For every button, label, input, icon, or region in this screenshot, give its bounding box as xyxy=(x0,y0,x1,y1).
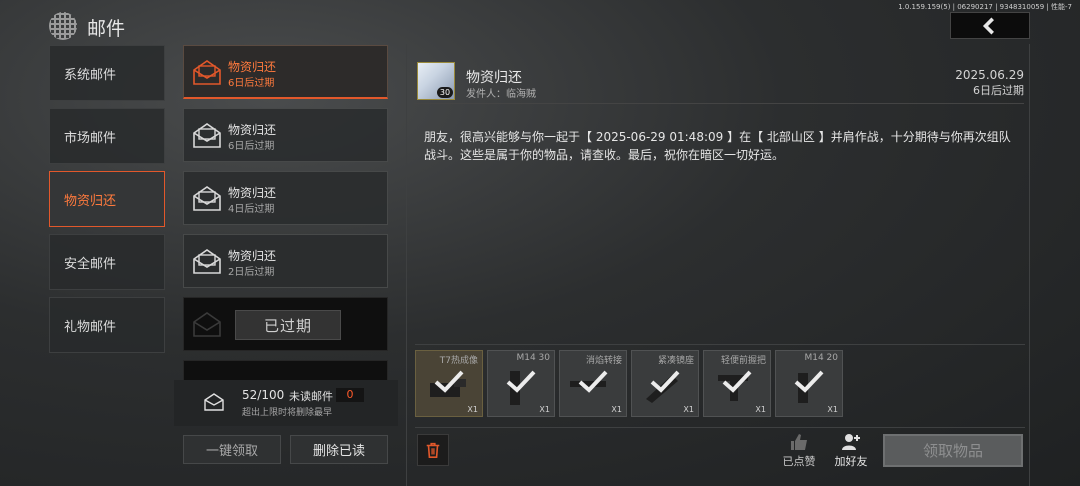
page-title: 邮件 xyxy=(87,18,126,40)
thumbs-up-icon xyxy=(791,434,807,450)
sender-avatar[interactable]: 30 xyxy=(417,62,455,100)
envelope-icon xyxy=(193,249,221,274)
add-friend-label: 加好友 xyxy=(834,455,868,468)
mail-count-panel: 52/100 未读邮件 0 超出上限时将删除最早 xyxy=(174,380,398,426)
chevron-left-icon xyxy=(982,17,994,34)
category-label: 物资归还 xyxy=(64,193,117,209)
category-market[interactable]: 市场邮件 xyxy=(49,108,165,164)
envelope-icon xyxy=(193,312,221,337)
detail-title: 物资归还 xyxy=(466,70,522,86)
add-friend-button[interactable]: 加好友 xyxy=(829,430,873,470)
limit-note: 超出上限时将删除最早 xyxy=(242,408,333,418)
trash-icon xyxy=(426,442,440,459)
add-user-icon xyxy=(842,434,860,450)
liked-label: 已点赞 xyxy=(782,455,816,468)
attachment-item[interactable]: M14 20 X1 xyxy=(775,350,843,417)
attachment-item[interactable]: 轻便前握把 X1 xyxy=(703,350,771,417)
avatar-level: 30 xyxy=(437,87,453,98)
item-name: M14 30 xyxy=(516,353,550,363)
mail-title: 物资归还 xyxy=(228,186,277,200)
mail-expiry: 6日后过期 xyxy=(228,78,275,89)
sender-name: 发件人：临海贼 xyxy=(466,89,536,100)
checkmark-icon xyxy=(794,370,824,393)
attachment-item[interactable]: M14 30 X1 xyxy=(487,350,555,417)
mail-item[interactable]: 物资归还 6日后过期 xyxy=(183,45,388,99)
liked-button[interactable]: 已点赞 xyxy=(777,430,821,470)
mail-expiry: 4日后过期 xyxy=(228,204,275,215)
category-label: 市场邮件 xyxy=(64,130,117,146)
mail-logo-icon xyxy=(49,12,77,40)
category-label: 安全邮件 xyxy=(64,256,117,272)
back-button[interactable] xyxy=(950,12,1030,39)
item-qty: X1 xyxy=(539,405,550,414)
attachment-item[interactable]: 消焰转接 X1 xyxy=(559,350,627,417)
checkmark-icon xyxy=(578,370,608,393)
mail-detail-panel: 30 物资归还 发件人：临海贼 2025.06.29 6日后过期 朋友，很高兴能… xyxy=(406,44,1030,486)
mail-title: 物资归还 xyxy=(228,60,277,74)
build-info: 1.0.159.159(5) | 06290217 | 9348310059 |… xyxy=(898,3,1072,11)
claim-items-button[interactable]: 领取物品 xyxy=(883,434,1023,467)
category-label: 礼物邮件 xyxy=(64,319,117,335)
envelope-icon xyxy=(193,186,221,211)
checkmark-icon xyxy=(434,370,464,393)
unread-label: 未读邮件 xyxy=(289,390,333,403)
mail-title: 物资归还 xyxy=(228,249,277,263)
item-name: 消焰转接 xyxy=(585,356,622,366)
mail-count: 52/100 xyxy=(242,388,285,402)
mail-expiry: 2日后过期 xyxy=(228,267,275,278)
claim-all-button[interactable]: 一键领取 xyxy=(183,435,281,464)
header: 邮件 1.0.159.159(5) | 06290217 | 934831005… xyxy=(0,0,1080,44)
mail-date: 2025.06.29 xyxy=(955,68,1024,82)
mail-item-expired[interactable]: 已过期 xyxy=(183,297,388,351)
item-name: T7热成像 xyxy=(439,356,478,366)
delete-read-button[interactable]: 删除已读 xyxy=(290,435,388,464)
item-qty: X1 xyxy=(827,405,838,414)
envelope-icon xyxy=(193,123,221,148)
attachment-strip: T7热成像 X1 M14 30 X1 消焰转接 X1 紧凑镜座 X1 轻便前握把… xyxy=(415,344,1025,422)
item-qty: X1 xyxy=(683,405,694,414)
detail-header: 30 物资归还 发件人：临海贼 2025.06.29 6日后过期 xyxy=(414,56,1024,104)
item-qty: X1 xyxy=(467,405,478,414)
mail-expiry: 6日后过期 xyxy=(973,84,1024,97)
category-supply-return[interactable]: 物资归还 xyxy=(49,171,165,227)
item-name: M14 20 xyxy=(804,353,838,363)
mail-item[interactable]: 物资归还 2日后过期 xyxy=(183,234,388,288)
delete-mail-button[interactable] xyxy=(417,434,449,466)
item-qty: X1 xyxy=(755,405,766,414)
category-system[interactable]: 系统邮件 xyxy=(49,45,165,101)
mail-item[interactable]: 物资归还 6日后过期 xyxy=(183,108,388,162)
mail-item[interactable]: 物资归还 4日后过期 xyxy=(183,171,388,225)
detail-action-bar: 已点赞 加好友 领取物品 xyxy=(415,427,1025,473)
checkmark-icon xyxy=(506,370,536,393)
attachment-item[interactable]: T7热成像 X1 xyxy=(415,350,483,417)
envelope-icon xyxy=(204,393,224,411)
unread-count-badge: 0 xyxy=(336,388,364,402)
item-qty: X1 xyxy=(611,405,622,414)
mail-title: 物资归还 xyxy=(228,123,277,137)
category-label: 系统邮件 xyxy=(64,67,117,83)
category-security[interactable]: 安全邮件 xyxy=(49,234,165,290)
item-name: 紧凑镜座 xyxy=(657,356,694,366)
mail-list[interactable]: 物资归还 6日后过期 物资归还 6日后过期 物资归还 4日后过期 物资归还 2日… xyxy=(183,44,389,380)
item-name: 轻便前握把 xyxy=(720,356,766,366)
mail-expiry: 6日后过期 xyxy=(228,141,275,152)
checkmark-icon xyxy=(650,370,680,393)
expired-label: 已过期 xyxy=(235,310,341,340)
attachment-item[interactable]: 紧凑镜座 X1 xyxy=(631,350,699,417)
mail-item-expired[interactable] xyxy=(183,360,388,380)
category-gift[interactable]: 礼物邮件 xyxy=(49,297,165,353)
checkmark-icon xyxy=(722,370,752,393)
mail-body: 朋友，很高兴能够与你一起于【 2025-06-29 01:48:09 】在【 北… xyxy=(424,130,1011,162)
envelope-icon xyxy=(193,60,221,85)
